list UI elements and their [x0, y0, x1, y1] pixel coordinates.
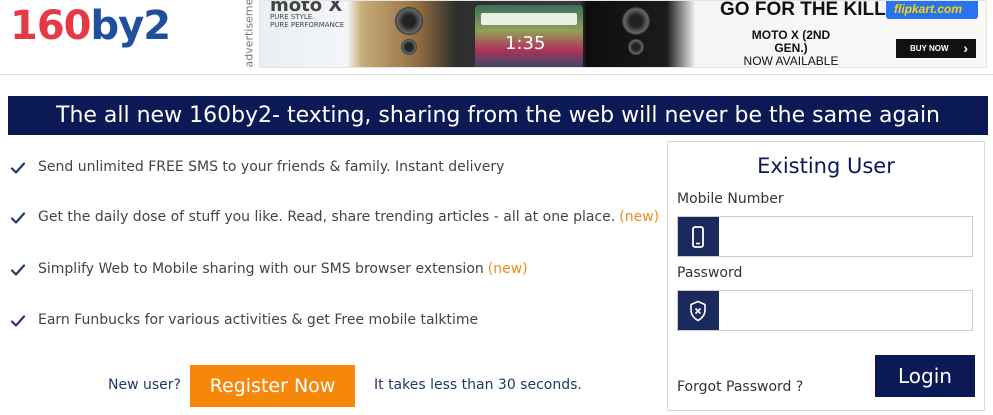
- phone-clock: 1:35: [505, 33, 546, 54]
- phone-wood-logo-icon: [401, 39, 417, 55]
- flipkart-logo: flipkart.com: [886, 1, 978, 19]
- ad-headline: GO FOR THE KILL: [720, 0, 886, 20]
- checkmark-icon: [10, 315, 26, 327]
- headline-banner: The all new 160by2- texting, sharing fro…: [8, 96, 988, 135]
- ad-model-text: MOTO X (2ND GEN.) NOW AVAILABLE: [743, 28, 839, 68]
- logo-word: by2: [90, 3, 172, 49]
- feature-item: Earn Funbucks for various activities & g…: [10, 311, 660, 331]
- phone-search-bar: [481, 13, 577, 25]
- checkmark-icon: [10, 212, 26, 224]
- new-user-label: New user?: [108, 377, 181, 393]
- feature-item: Get the daily dose of stuff you like. Re…: [10, 208, 660, 228]
- forgot-password-link[interactable]: Forgot Password ?: [677, 379, 803, 395]
- password-label: Password: [677, 265, 743, 281]
- password-input[interactable]: [719, 291, 972, 330]
- phone-screen: 1:35: [475, 5, 583, 67]
- feature-text: Send unlimited FREE SMS to your friends …: [38, 159, 505, 175]
- header-divider: [0, 74, 993, 75]
- mobile-number-field-group: [677, 216, 973, 257]
- logo-number: 160: [10, 3, 91, 49]
- register-now-button[interactable]: Register Now: [190, 365, 355, 407]
- feature-text: Get the daily dose of stuff you like. Re…: [38, 209, 660, 225]
- shield-lock-icon: [678, 291, 719, 330]
- phone-black-logo-icon: [628, 39, 644, 55]
- mobile-number-label: Mobile Number: [677, 191, 784, 207]
- advertisement-label: advertisement: [242, 0, 256, 68]
- feature-item: Simplify Web to Mobile sharing with our …: [10, 260, 660, 280]
- mobile-number-input[interactable]: [719, 217, 972, 256]
- feature-item: Send unlimited FREE SMS to your friends …: [10, 158, 660, 178]
- register-note: It takes less than 30 seconds.: [374, 377, 582, 393]
- login-button[interactable]: Login: [875, 355, 975, 397]
- password-field-group: [677, 290, 973, 331]
- ad-buy-now-button[interactable]: BUY NOW: [896, 39, 976, 58]
- phone-black-camera-icon: [622, 7, 650, 35]
- login-title: Existing User: [757, 154, 895, 178]
- new-badge: (new): [619, 209, 660, 225]
- phone-wood-camera-icon: [395, 7, 423, 35]
- ad-brand-tagline: PURE STYLE. PURE PERFORMANCE: [270, 13, 345, 29]
- feature-text: Earn Funbucks for various activities & g…: [38, 312, 479, 328]
- new-badge: (new): [487, 261, 528, 277]
- mobile-phone-icon: [678, 217, 719, 256]
- site-logo[interactable]: 160by2: [10, 3, 172, 49]
- checkmark-icon: [10, 162, 26, 174]
- feature-text: Simplify Web to Mobile sharing with our …: [38, 261, 528, 277]
- login-panel: Existing User Mobile Number Password For…: [667, 141, 985, 411]
- checkmark-icon: [10, 264, 26, 276]
- advertisement-banner[interactable]: moto X PURE STYLE. PURE PERFORMANCE 1:35…: [259, 0, 987, 68]
